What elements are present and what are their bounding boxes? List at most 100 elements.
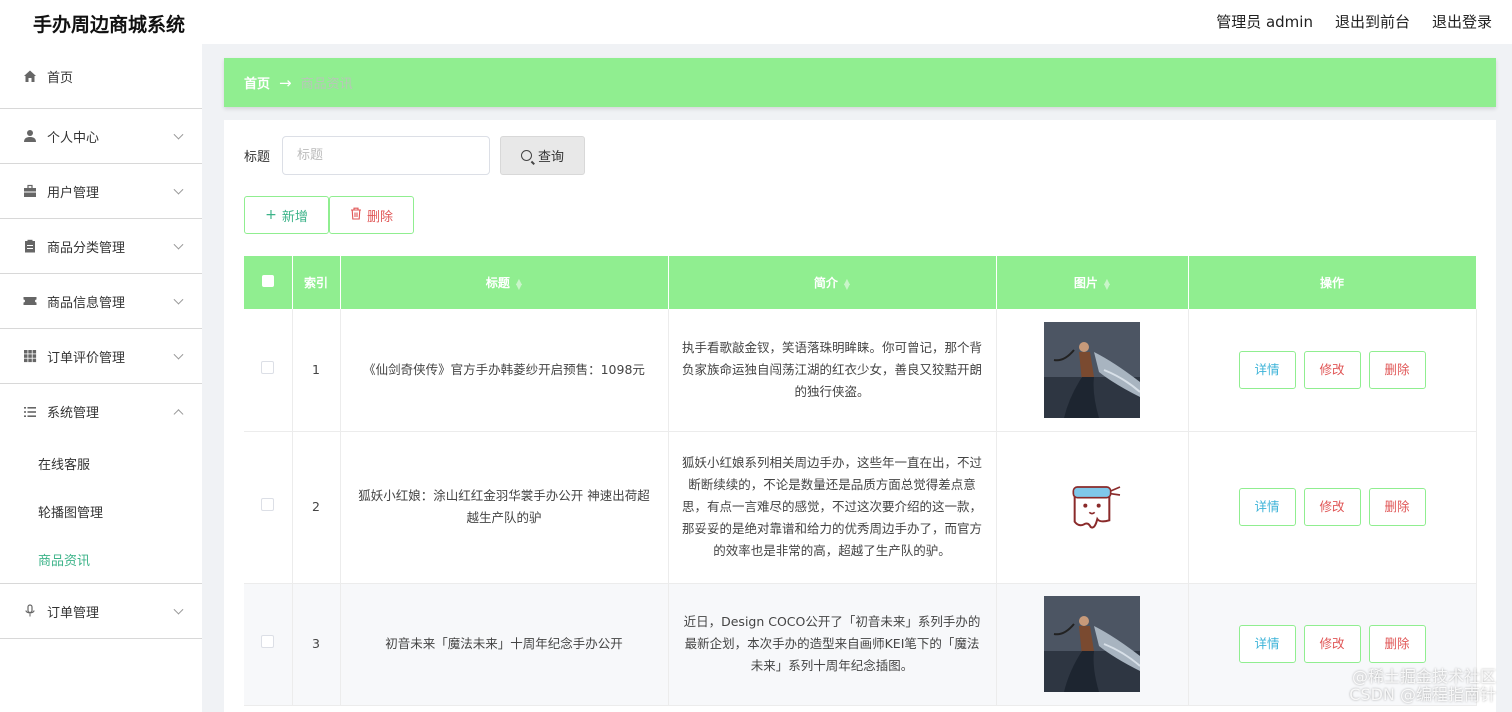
breadcrumb: 首页 → 商品资讯 <box>224 58 1496 107</box>
sidebar-item-personal-center[interactable]: 个人中心 <box>0 109 202 164</box>
edit-button[interactable]: 修改 <box>1303 488 1361 526</box>
search-button[interactable]: 查询 <box>500 136 586 175</box>
breadcrumb-current: 商品资讯 <box>300 77 353 92</box>
column-header-image[interactable]: 图片 ▲ ▼ <box>996 256 1189 309</box>
table-row: 1 《仙剑奇侠传》官方手办韩菱纱开启预售：1098元 执手看歌敲金钗，笑语落珠明… <box>244 309 1477 432</box>
sidebar-item-order-review[interactable]: 订单评价管理 <box>0 329 202 384</box>
warrior-figure-image <box>1044 596 1140 692</box>
title-cell: 《仙剑奇侠传》官方手办韩菱纱开启预售：1098元 <box>340 309 669 432</box>
sidebar-item-label: 首页 <box>47 70 74 86</box>
row-checkbox[interactable] <box>261 635 275 648</box>
sidebar: 首页 个人中心 用户管理 商品分类管理 商品信息管理 订单评价管理 系统管理 在… <box>0 44 202 712</box>
index-cell: 3 <box>292 583 341 706</box>
column-header-label: 操作 <box>1319 276 1344 290</box>
user-icon <box>22 128 38 144</box>
sort-caret-icon[interactable]: ▲ ▼ <box>516 277 522 290</box>
system-submenu: 在线客服 轮播图管理 商品资讯 <box>0 439 202 584</box>
watermark-line: @稀土掘金技术社区 <box>1351 667 1496 686</box>
breadcrumb-home-link[interactable]: 首页 <box>244 73 270 92</box>
sidebar-item-product-info[interactable]: 商品信息管理 <box>0 274 202 329</box>
sidebar-subitem-online-service[interactable]: 在线客服 <box>0 439 202 487</box>
sidebar-item-order-management[interactable]: 订单管理 <box>0 584 202 639</box>
actions-cell: 详情 修改 删除 <box>1188 431 1477 584</box>
select-all-header <box>244 256 293 309</box>
chevron-up-icon <box>173 408 184 419</box>
select-all-checkbox[interactable] <box>261 275 274 287</box>
title-cell: 初音未来「魔法未来」十周年纪念手办公开 <box>340 583 669 706</box>
table-row: 2 狐妖小红娘：涂山红红金羽华裳手办公开 神速出荷超越生产队的驴 狐妖小红娘系列… <box>244 431 1477 584</box>
admin-user-label: 管理员 admin <box>1216 13 1313 31</box>
sort-caret-icon[interactable]: ▲ ▼ <box>844 277 850 290</box>
app-title: 手办周边商城系统 <box>33 14 186 36</box>
header-actions: 管理员 admin 退出到前台 退出登录 <box>1216 11 1492 32</box>
ticket-icon <box>22 293 38 309</box>
briefcase-icon <box>22 183 38 199</box>
index-cell: 2 <box>292 431 341 584</box>
row-checkbox[interactable] <box>261 360 275 374</box>
sidebar-item-system-management[interactable]: 系统管理 <box>0 384 202 439</box>
add-button-label: 新增 <box>281 209 308 225</box>
list-icon <box>22 404 38 420</box>
search-icon <box>521 150 532 161</box>
action-toolbar: + 新增 删除 <box>244 196 414 234</box>
sidebar-item-label: 订单评价管理 <box>47 350 126 366</box>
sidebar-item-user-management[interactable]: 用户管理 <box>0 164 202 219</box>
sidebar-subitem-product-news[interactable]: 商品资讯 <box>0 535 202 583</box>
logout-link[interactable]: 退出登录 <box>1432 11 1492 32</box>
detail-button[interactable]: 详情 <box>1238 625 1296 663</box>
row-checkbox[interactable] <box>261 498 275 511</box>
row-checkbox-cell <box>244 431 293 584</box>
image-cell <box>996 583 1189 706</box>
actions-cell: 详情 修改 删除 <box>1188 309 1477 432</box>
sidebar-item-label: 商品分类管理 <box>47 240 126 256</box>
title-cell: 狐妖小红娘：涂山红红金羽华裳手办公开 神速出荷超越生产队的驴 <box>340 431 669 584</box>
sidebar-item-label: 个人中心 <box>47 130 100 146</box>
search-label: 标题 <box>244 150 271 165</box>
sidebar-subitem-carousel[interactable]: 轮播图管理 <box>0 487 202 535</box>
row-checkbox-cell <box>244 309 293 432</box>
exit-to-front-link[interactable]: 退出到前台 <box>1335 11 1410 32</box>
sidebar-item-label: 商品信息管理 <box>47 295 126 311</box>
intro-cell: 执手看歌敲金钗，笑语落珠明眸睐。你可曾记，那个背负家族命运独自闯荡江湖的红衣少女… <box>668 309 997 432</box>
title-search-input[interactable] <box>282 136 491 175</box>
add-button[interactable]: + 新增 <box>244 196 329 234</box>
column-header-label: 简介 <box>813 276 838 290</box>
chevron-down-icon <box>173 239 184 250</box>
column-header-intro[interactable]: 简介 ▲ ▼ <box>668 256 997 309</box>
chevron-down-icon <box>173 604 184 615</box>
main-content: 首页 → 商品资讯 标题 查询 + 新增 删除 <box>224 58 1496 712</box>
sidebar-item-category-management[interactable]: 商品分类管理 <box>0 219 202 274</box>
image-cell <box>996 309 1189 432</box>
home-icon <box>22 68 38 84</box>
search-bar: 标题 查询 <box>244 136 586 175</box>
edit-button[interactable]: 修改 <box>1303 350 1361 389</box>
watermark-line: CSDN @编程指南针 <box>1349 685 1496 704</box>
sidebar-item-home[interactable]: 首页 <box>0 44 202 108</box>
column-header-index: 索引 <box>292 256 341 309</box>
sidebar-item-label: 用户管理 <box>47 185 100 201</box>
search-button-label: 查询 <box>538 150 565 165</box>
column-header-label: 标题 <box>485 276 510 290</box>
intro-cell: 狐妖小红娘系列相关周边手办，这些年一直在出，不过断断续续的，不论是数量还是品质方… <box>668 431 997 584</box>
warrior-figure-image <box>1044 321 1140 418</box>
column-header-label: 索引 <box>303 276 328 290</box>
grid-icon <box>22 348 38 364</box>
detail-button[interactable]: 详情 <box>1238 350 1296 389</box>
batch-delete-button[interactable]: 删除 <box>329 196 414 234</box>
column-header-actions: 操作 <box>1188 256 1477 309</box>
detail-button[interactable]: 详情 <box>1238 488 1296 526</box>
chevron-down-icon <box>173 349 184 360</box>
chevron-down-icon <box>173 184 184 195</box>
plus-icon: + <box>265 207 277 223</box>
column-header-title[interactable]: 标题 ▲ ▼ <box>340 256 669 309</box>
chevron-down-icon <box>173 294 184 305</box>
row-delete-button[interactable]: 删除 <box>1368 488 1426 526</box>
row-delete-button[interactable]: 删除 <box>1368 350 1426 389</box>
intro-cell: 近日，Design COCO公开了「初音未来」系列手办的最新企划，本次手办的造型… <box>668 583 997 706</box>
table-header-row: 索引 标题 ▲ ▼ 简介 ▲ ▼ 图片 ▲ ▼ 操作 <box>244 256 1477 309</box>
edit-button[interactable]: 修改 <box>1303 625 1361 663</box>
row-delete-button[interactable]: 删除 <box>1368 625 1426 663</box>
top-header: 手办周边商城系统 管理员 admin 退出到前台 退出登录 <box>0 0 1512 44</box>
microphone-icon <box>22 603 38 619</box>
sort-caret-icon[interactable]: ▲ ▼ <box>1104 277 1110 290</box>
